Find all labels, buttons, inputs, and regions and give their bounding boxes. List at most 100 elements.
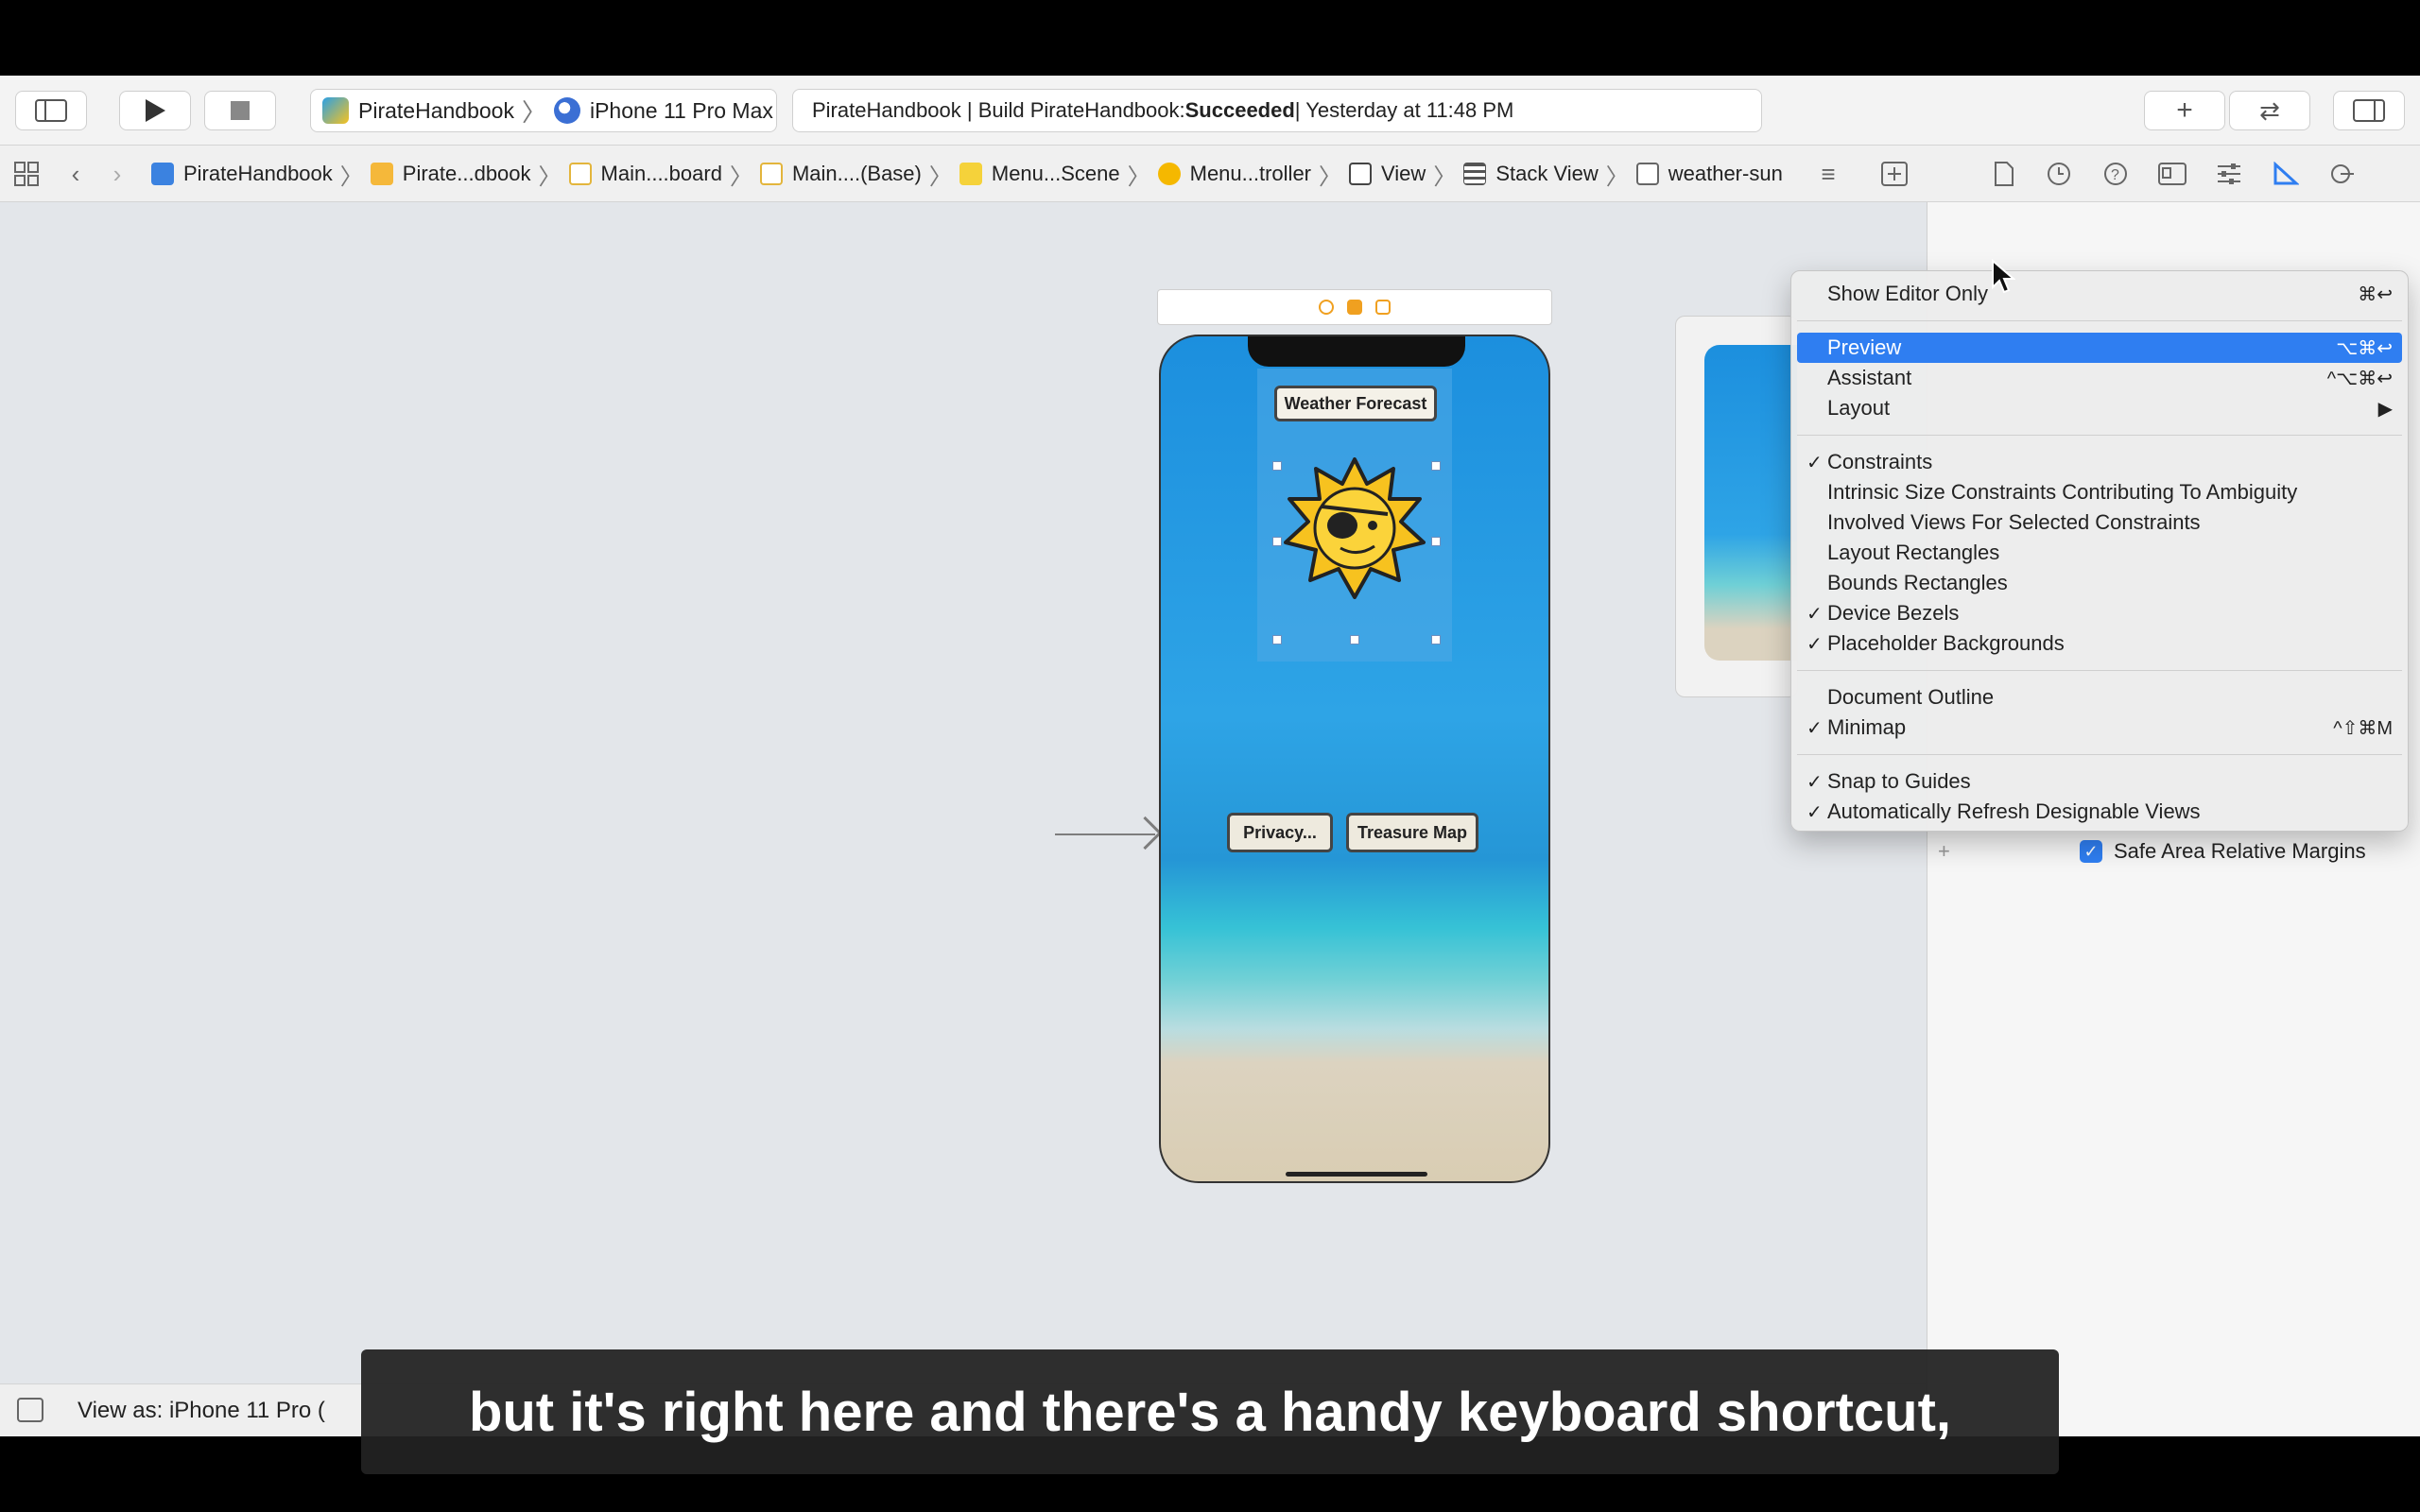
- breadcrumb-label: View: [1381, 162, 1426, 185]
- resize-handle[interactable]: [1431, 537, 1441, 546]
- size-inspector-ruler-icon[interactable]: [2267, 155, 2305, 193]
- breadcrumb-label: Main....(Base): [791, 162, 922, 185]
- quick-help-icon[interactable]: ?: [2097, 155, 2135, 193]
- related-items-grid-icon[interactable]: [8, 155, 45, 193]
- checkmark-icon: ✓: [1806, 802, 1823, 823]
- add-editor-icon[interactable]: [1876, 155, 1913, 193]
- breadcrumb-project[interactable]: PirateHandbook 〉: [151, 158, 371, 191]
- code-review-button[interactable]: ⇄: [2229, 91, 2310, 130]
- privacy-button[interactable]: Privacy...: [1227, 813, 1333, 852]
- home-indicator: [1286, 1172, 1427, 1177]
- treasure-map-button[interactable]: Treasure Map: [1346, 813, 1478, 852]
- weather-forecast-label[interactable]: Weather Forecast: [1274, 386, 1437, 421]
- svg-text:?: ?: [2111, 167, 2119, 183]
- scene-dock[interactable]: [1157, 289, 1552, 325]
- project-icon: [151, 163, 174, 185]
- swap-arrows-icon: ⇄: [2259, 95, 2280, 125]
- checkbox-checked-icon[interactable]: ✓: [2080, 840, 2102, 863]
- breadcrumb-base[interactable]: Main....(Base) 〉: [759, 158, 959, 191]
- menu-item-snap-to-guides[interactable]: ✓ Snap to Guides: [1797, 766, 2402, 797]
- pirate-sun-icon[interactable]: [1284, 457, 1426, 599]
- menu-item-intrinsic-size-constraints[interactable]: Intrinsic Size Constraints Contributing …: [1797, 477, 2402, 507]
- chevron-right-icon: 〉: [928, 163, 952, 190]
- exit-dock-icon[interactable]: [1375, 300, 1391, 315]
- device-icon: [553, 97, 580, 124]
- checkmark-icon: ✓: [1806, 718, 1823, 739]
- editor-options-lines-icon[interactable]: ≡: [1809, 155, 1847, 193]
- resize-handle[interactable]: [1272, 635, 1282, 644]
- first-responder-dock-icon[interactable]: [1347, 300, 1362, 315]
- history-clock-icon[interactable]: [2040, 155, 2078, 193]
- chevron-right-icon: 〉: [1319, 163, 1342, 190]
- breadcrumb-scene[interactable]: Menu...Scene 〉: [959, 158, 1158, 191]
- stack-view-icon: [1463, 163, 1487, 185]
- menu-item-bounds-rectangles[interactable]: Bounds Rectangles: [1797, 568, 2402, 598]
- resize-handle[interactable]: [1431, 461, 1441, 471]
- menu-item-label: Placeholder Backgrounds: [1827, 631, 2065, 655]
- sidebar-left-icon: [35, 99, 67, 122]
- menu-item-label: Minimap: [1827, 715, 1907, 739]
- breadcrumb-controller[interactable]: Menu...troller 〉: [1157, 158, 1349, 191]
- run-button[interactable]: [119, 91, 191, 130]
- menu-item-label: Layout: [1827, 396, 1891, 420]
- breadcrumb-stack-view[interactable]: Stack View 〉: [1463, 158, 1635, 191]
- safe-area-margins-checkbox[interactable]: ✓ Safe Area Relative Margins: [2080, 837, 2366, 866]
- menu-separator: [1797, 435, 2402, 436]
- breadcrumb-folder[interactable]: Pirate...dbook 〉: [370, 158, 569, 191]
- menu-item-involved-views[interactable]: Involved Views For Selected Constraints: [1797, 507, 2402, 538]
- attributes-sliders-icon[interactable]: [2210, 155, 2248, 193]
- resize-handle[interactable]: [1431, 635, 1441, 644]
- initial-view-controller-arrow[interactable]: [1055, 833, 1155, 835]
- identity-inspector-icon[interactable]: [2153, 155, 2191, 193]
- menu-item-show-editor-only[interactable]: Show Editor Only ⌘↩: [1797, 279, 2402, 309]
- breadcrumb-image-view[interactable]: weather-sun: [1635, 162, 1783, 186]
- menu-item-auto-refresh-designables[interactable]: ✓ Automatically Refresh Designable Views: [1797, 797, 2402, 827]
- add-plus-icon[interactable]: +: [1938, 839, 1950, 864]
- minimap-preview[interactable]: [1675, 316, 1798, 697]
- menu-separator: [1797, 320, 2402, 321]
- file-inspector-icon[interactable]: [1985, 155, 2023, 193]
- document-outline-toggle-icon[interactable]: [17, 1398, 43, 1422]
- navigator-toggle-button[interactable]: [15, 91, 87, 130]
- menu-item-constraints[interactable]: ✓ Constraints: [1797, 447, 2402, 477]
- stop-button[interactable]: [204, 91, 276, 130]
- menu-item-layout[interactable]: Layout ▶: [1797, 393, 2402, 423]
- chevron-right-icon: 〉: [339, 163, 363, 190]
- scheme-selector[interactable]: PirateHandbook 〉 iPhone 11 Pro Max: [310, 89, 777, 132]
- resize-handle[interactable]: [1272, 461, 1282, 471]
- view-controller-dock-icon[interactable]: [1319, 300, 1334, 315]
- menu-separator: [1797, 670, 2402, 671]
- menu-item-minimap[interactable]: ✓ Minimap ^⇧⌘M: [1797, 713, 2402, 743]
- inspector-toggle-button[interactable]: [2333, 91, 2405, 130]
- jump-bar: ‹ › PirateHandbook 〉 Pirate...dbook 〉 Main…: [0, 146, 2420, 202]
- menu-item-assistant[interactable]: Assistant ^⌥⌘↩: [1797, 363, 2402, 393]
- chevron-right-icon: 〉: [1433, 163, 1457, 190]
- iphone-scene-canvas[interactable]: Weather Forecast Privacy... Treasure Map: [1159, 335, 1550, 1183]
- submenu-arrow-icon: ▶: [2377, 399, 2393, 420]
- back-chevron-icon[interactable]: ‹: [57, 155, 95, 193]
- view-as-device-selector[interactable]: View as: iPhone 11 Pro (: [78, 1398, 325, 1424]
- breadcrumb-label: PirateHandbook: [183, 162, 333, 185]
- resize-handle[interactable]: [1350, 635, 1359, 644]
- menu-item-label: Assistant: [1827, 366, 1912, 389]
- menu-item-document-outline[interactable]: Document Outline: [1797, 682, 2402, 713]
- menu-item-label: Device Bezels: [1827, 601, 1960, 625]
- chevron-right-icon: 〉: [729, 163, 752, 190]
- menu-item-layout-rectangles[interactable]: Layout Rectangles: [1797, 538, 2402, 568]
- menu-item-label: Bounds Rectangles: [1827, 571, 2008, 594]
- breadcrumb-storyboard[interactable]: Main....board 〉: [568, 158, 760, 191]
- library-plus-button[interactable]: +: [2144, 91, 2225, 130]
- menu-item-placeholder-backgrounds[interactable]: ✓ Placeholder Backgrounds: [1797, 628, 2402, 659]
- resize-handle[interactable]: [1272, 537, 1282, 546]
- breadcrumb-label: Main....board: [600, 162, 722, 185]
- menu-item-preview[interactable]: Preview ⌥⌘↩: [1797, 333, 2402, 363]
- menu-item-device-bezels[interactable]: ✓ Device Bezels: [1797, 598, 2402, 628]
- menu-item-label: Automatically Refresh Designable Views: [1827, 799, 2201, 823]
- forward-chevron-icon[interactable]: ›: [98, 155, 136, 193]
- menu-item-label: Show Editor Only: [1827, 282, 1988, 305]
- storyboard-canvas[interactable]: [0, 202, 1927, 1436]
- video-caption: but it's right here and there's a handy …: [361, 1349, 2059, 1474]
- status-suffix: | Yesterday at 11:48 PM: [1294, 98, 1514, 122]
- connections-inspector-icon[interactable]: [2324, 155, 2361, 193]
- breadcrumb-view[interactable]: View 〉: [1349, 158, 1463, 191]
